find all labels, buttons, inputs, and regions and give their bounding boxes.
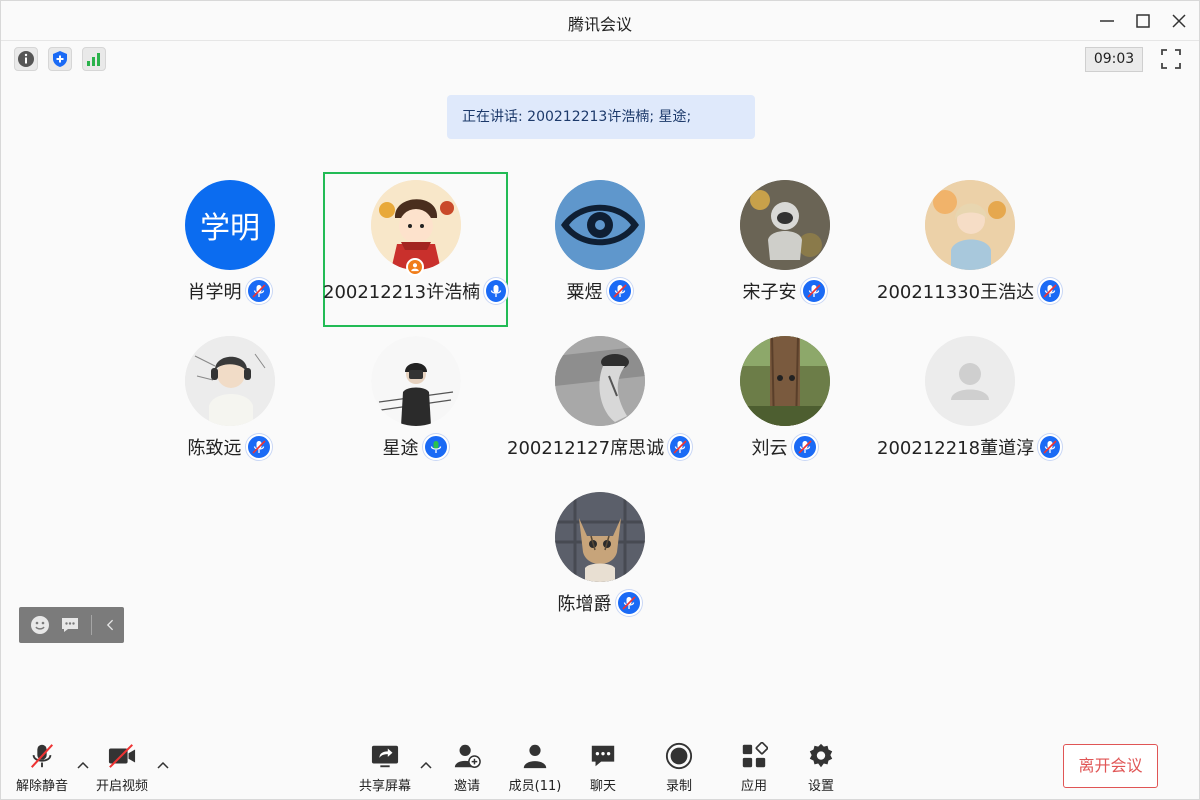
mic-muted-icon[interactable] [245, 278, 272, 304]
members-button[interactable]: 成员(11) [500, 741, 570, 796]
title-bar: 腾讯会议 [1, 1, 1199, 41]
mic-muted-icon[interactable] [245, 434, 272, 460]
participant-tile[interactable]: 刘云 [692, 328, 877, 478]
settings-label: 设置 [807, 779, 834, 794]
share-screen-icon [371, 745, 399, 768]
avatar [925, 336, 1015, 426]
participant-name: 刘云 [751, 438, 788, 459]
info-icon[interactable] [14, 47, 38, 71]
avatar [371, 336, 461, 426]
share-screen-button[interactable]: 共享屏幕 [350, 741, 420, 796]
unmute-button[interactable]: 解除静音 [7, 741, 77, 796]
unmute-label: 解除静音 [15, 779, 68, 794]
members-icon [523, 744, 547, 769]
share-screen-label: 共享屏幕 [358, 779, 411, 794]
avatar [555, 336, 645, 426]
participant-tile[interactable]: 星途 [323, 328, 508, 478]
avatar [555, 180, 645, 270]
settings-button[interactable]: 设置 [786, 741, 856, 796]
chat-button[interactable]: 聊天 [568, 741, 638, 796]
signal-icon[interactable] [82, 47, 106, 71]
mic-active-icon[interactable] [484, 278, 508, 304]
participant-name: 陈增爵 [557, 594, 612, 615]
participant-name: 陈致远 [187, 438, 242, 459]
participant-name: 200212213许浩楠 [323, 282, 481, 303]
gear-icon [809, 743, 833, 768]
start-video-button[interactable]: 开启视频 [87, 741, 157, 796]
members-label: 成员(11) [508, 779, 562, 794]
participant-name: 粟煜 [566, 282, 603, 303]
video-options-chevron-icon[interactable] [156, 759, 170, 773]
reaction-panel [19, 607, 124, 643]
chat-bubble-icon[interactable] [59, 614, 81, 636]
participant-tile[interactable]: 200212127席思诚 [507, 328, 692, 478]
speaking-banner: 正在讲话: 200212213许浩楠; 星途; [447, 95, 755, 139]
participant-tile[interactable]: 200212218董道淳 [877, 328, 1062, 478]
participant-tile[interactable]: 粟煜 [507, 172, 692, 322]
avatar: 学明 [185, 180, 275, 270]
chat-label: 聊天 [589, 779, 616, 794]
video-off-icon [108, 744, 136, 768]
avatar [371, 180, 461, 270]
participant-name: 200212127席思诚 [507, 438, 665, 459]
meeting-timer: 09:03 [1085, 47, 1143, 72]
participant-name: 肖学明 [187, 282, 242, 303]
avatar [925, 180, 1015, 270]
maximize-button[interactable] [1133, 11, 1153, 31]
avatar [555, 492, 645, 582]
apps-label: 应用 [740, 779, 767, 794]
mic-muted-icon[interactable] [606, 278, 633, 304]
avatar [740, 180, 830, 270]
host-badge-icon [406, 258, 424, 276]
share-options-chevron-icon[interactable] [419, 759, 433, 773]
mic-muted-icon[interactable] [800, 278, 827, 304]
participant-name: 200211330王浩达 [877, 282, 1035, 303]
participant-name: 宋子安 [742, 282, 797, 303]
record-button[interactable]: 录制 [644, 741, 714, 796]
participant-tile[interactable]: 200211330王浩达 [877, 172, 1062, 322]
mic-muted-icon[interactable] [791, 434, 818, 460]
participant-name: 星途 [382, 438, 419, 459]
mic-muted-icon[interactable] [615, 590, 642, 616]
invite-button[interactable]: 邀请 [432, 741, 502, 796]
mic-muted-icon[interactable] [1038, 278, 1062, 304]
default-user-icon [925, 336, 1015, 426]
divider [91, 615, 92, 635]
record-label: 录制 [665, 779, 692, 794]
mic-muted-icon [30, 744, 54, 768]
participant-tile[interactable]: 陈增爵 [507, 484, 692, 634]
add-user-icon [454, 744, 481, 768]
avatar [740, 336, 830, 426]
apps-button[interactable]: 应用 [719, 741, 789, 796]
mic-muted-icon[interactable] [1038, 434, 1062, 460]
participant-name: 200212218董道淳 [877, 438, 1035, 459]
invite-label: 邀请 [453, 779, 480, 794]
mic-speaking-icon[interactable] [422, 434, 449, 460]
participant-tile[interactable]: 陈致远 [137, 328, 322, 478]
fullscreen-icon[interactable] [1159, 47, 1183, 71]
window-title: 腾讯会议 [567, 15, 632, 34]
participant-tile[interactable]: 200212213许浩楠 [323, 172, 508, 322]
meeting-window: 腾讯会议 09:03 正在讲话: 200212213许浩楠; 星途; 学明 肖学… [0, 0, 1200, 800]
participant-tile[interactable]: 宋子安 [692, 172, 877, 322]
mic-muted-icon[interactable] [668, 434, 692, 460]
minimize-button[interactable] [1097, 11, 1117, 31]
chat-icon [591, 745, 615, 767]
apps-icon [742, 742, 768, 768]
collapse-chevron-icon[interactable] [100, 614, 122, 636]
close-button[interactable] [1169, 11, 1189, 31]
start-video-label: 开启视频 [95, 779, 148, 794]
record-icon [665, 742, 693, 770]
avatar-initials: 学明 [200, 211, 260, 246]
shield-icon[interactable] [48, 47, 72, 71]
emoji-icon[interactable] [29, 614, 51, 636]
participant-tile[interactable]: 学明 肖学明 [137, 172, 322, 322]
leave-meeting-button[interactable]: 离开会议 [1063, 744, 1158, 788]
avatar [185, 336, 275, 426]
